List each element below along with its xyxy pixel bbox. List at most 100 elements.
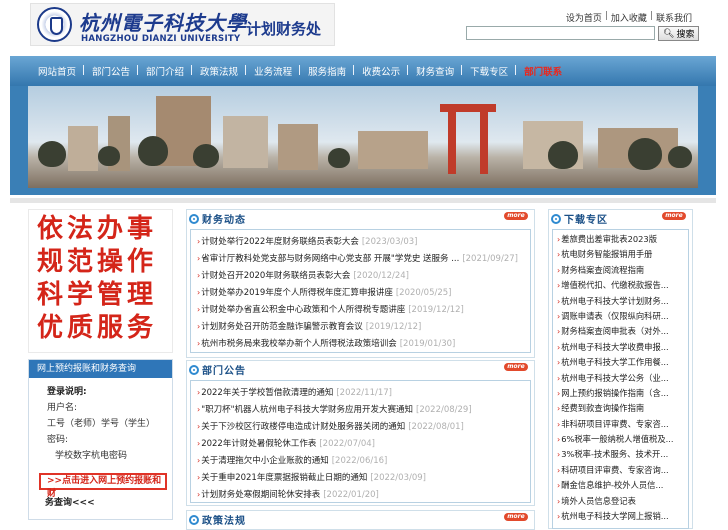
department-name: 计划财务处 <box>246 20 322 38</box>
nav-finance-query[interactable]: 财务查询 <box>407 64 462 78</box>
search-input[interactable] <box>466 26 655 40</box>
search-bar: 🔍︎ 搜索 <box>466 26 700 41</box>
nav-service-guide[interactable]: 服务指南 <box>299 64 354 78</box>
section-divider <box>10 198 716 203</box>
announcement-item[interactable]: ›关于重申2021年度票据报销截止日期的通知 [2022/03/09] <box>197 469 524 486</box>
download-item[interactable]: ›6%税率一般纳税人增值税及... <box>557 432 684 447</box>
download-item[interactable]: ›酬金信息维护-校外人员信... <box>557 478 684 493</box>
announcements-more-button[interactable]: more <box>504 363 528 371</box>
motto-line: 优质服务 <box>37 313 158 343</box>
download-title: 调账申请表（仅限纵向科研... <box>561 310 669 321</box>
motto-line: 科学管理 <box>37 280 158 310</box>
download-item[interactable]: ›科研项目评审费、专家咨询... <box>557 463 684 478</box>
download-item[interactable]: ›境外人员信息登记表 <box>557 494 684 509</box>
news-date: [2019/12/12] <box>365 322 422 332</box>
motto-line: 规范操作 <box>37 247 158 277</box>
download-item[interactable]: ›非科研项目评审费、专家咨... <box>557 417 684 432</box>
news-date: [2022/11/17] <box>336 388 392 398</box>
download-item[interactable]: ›增值税代扣、代缴税款报告... <box>557 278 684 293</box>
finance-news-item[interactable]: ›计划财务处召开防范金融诈骗警示教育会议 [2019/12/12] <box>197 318 524 335</box>
contact-us-link[interactable]: 联系我们 <box>656 11 692 24</box>
set-homepage-link[interactable]: 设为首页 <box>566 11 602 24</box>
arrow-bullet-icon: › <box>557 450 561 460</box>
announcement-item[interactable]: ›关于下沙校区行政楼停电造成计财处服务器关闭的通知 [2022/08/01] <box>197 418 524 435</box>
news-date: [2019/12/12] <box>408 305 464 315</box>
downloads-more-button[interactable]: more <box>662 212 686 220</box>
download-title: 6%税率一般纳税人增值税及... <box>561 434 674 445</box>
news-date: [2021/09/27] <box>462 254 518 264</box>
search-button-label: 搜索 <box>676 30 695 40</box>
arrow-bullet-icon: › <box>197 422 201 431</box>
arrow-bullet-icon: › <box>197 322 201 331</box>
download-item[interactable]: ›杭州电子科技大学收费申报... <box>557 340 684 355</box>
downloads-list: ›差旅费出差审批表2023版 ›杭电财务智能报销用手册 ›财务档案查阅流程指南 ›增值… <box>552 229 689 529</box>
site-header: 杭州電子科技大學 HANGZHOU DIANZI UNIVERSITY 计划财务… <box>0 0 728 52</box>
download-item[interactable]: ›差旅费出差审批表2023版 <box>557 232 684 247</box>
announcement-item[interactable]: ›"职刀杯"机器人杭州电子科技大学财务应用开发大赛通知 [2022/08/29] <box>197 401 524 418</box>
download-title: 杭州电子科技大学收费申报... <box>561 341 669 352</box>
download-item[interactable]: ›经费到款查询操作指南 <box>557 401 684 416</box>
finance-news-item[interactable]: ›计财处举办省直公积金中心政策和个人所得税专题讲座 [2019/12/12] <box>197 301 524 318</box>
section-bullet-icon <box>551 213 561 224</box>
news-title: 省审计厅教科处党支部与财务网络中心党支部 开展"学党史 送服务 ... <box>201 254 460 264</box>
site-logo[interactable]: 杭州電子科技大學 HANGZHOU DIANZI UNIVERSITY 计划财务… <box>30 3 335 46</box>
download-item[interactable]: ›杭州电子科技大学工作用餐... <box>557 355 684 370</box>
news-title: 2022年计财处暑假轮休工作表 <box>201 439 317 449</box>
download-item[interactable]: ›杭州电子科技大学网上报销... <box>557 509 684 524</box>
top-links: 设为首页 | 加入收藏 | 联系我们 <box>566 11 692 24</box>
announcement-item[interactable]: ›2022年关于学校暂借款清理的通知 [2022/11/17] <box>197 384 524 401</box>
arrow-bullet-icon: › <box>197 473 201 482</box>
download-item[interactable]: ›杭电财务智能报销用手册 <box>557 247 684 262</box>
download-item[interactable]: ›财务档案查阅申批表（对外... <box>557 324 684 339</box>
university-name-cn: 杭州電子科技大學 <box>79 11 247 35</box>
news-title: 计财处举办省直公积金中心政策和个人所得税专题讲座 <box>201 305 406 315</box>
arrow-bullet-icon: › <box>557 419 561 429</box>
arrow-bullet-icon: › <box>557 388 561 398</box>
nav-contact[interactable]: 部门联系 <box>515 64 570 78</box>
search-icon: 🔍︎ <box>663 28 675 39</box>
download-title: 杭州电子科技大学计划财务... <box>561 295 669 306</box>
finance-news-item[interactable]: ›省审计厅教科处党支部与财务网络中心党支部 开展"学党史 送服务 ... [202… <box>197 250 524 267</box>
download-item[interactable]: ›3%税率-技术服务、技术开... <box>557 447 684 462</box>
download-title: 杭州电子科技大学公务（业... <box>561 372 669 383</box>
login-panel-title: 网上预约报账和财务查询 <box>29 360 172 378</box>
nav-process[interactable]: 业务流程 <box>245 64 300 78</box>
finance-news-title: 财务动态 <box>202 215 246 226</box>
download-title: 财务档案查阅流程指南 <box>561 264 645 275</box>
arrow-bullet-icon: › <box>557 342 561 352</box>
enter-online-booking-button[interactable]: >>点击进入网上预约报账和财 <box>39 473 167 499</box>
nav-policy[interactable]: 政策法规 <box>191 64 246 78</box>
nav-home[interactable]: 网站首页 <box>30 64 84 78</box>
section-bullet-icon <box>189 213 199 224</box>
nav-downloads[interactable]: 下载专区 <box>461 64 516 78</box>
finance-news-item[interactable]: ›计财处举办2019年度个人所得税年度汇算申报讲座 [2020/05/25] <box>197 284 524 301</box>
add-favorite-link[interactable]: 加入收藏 <box>611 11 647 24</box>
download-item[interactable]: ›杭州电子科技大学公务（业... <box>557 371 684 386</box>
finance-news-item[interactable]: ›计财处召开2020年财务联络员表彰大会 [2020/12/24] <box>197 267 524 284</box>
news-date: [2022/08/01] <box>408 422 464 432</box>
announcement-item[interactable]: ›计划财务处寒假期间轮休安排表 [2022/01/20] <box>197 486 524 503</box>
section-bullet-icon <box>189 364 199 375</box>
nav-fees[interactable]: 收费公示 <box>353 64 408 78</box>
arrow-bullet-icon: › <box>557 358 561 368</box>
download-item[interactable]: ›杭州电子科技大学计划财务... <box>557 294 684 309</box>
arrow-bullet-icon: › <box>197 339 201 348</box>
announcement-item[interactable]: ›关于清理拖欠中小企业账款的通知 [2022/06/16] <box>197 452 524 469</box>
finance-news-item[interactable]: ›杭州市税务局来我校举办新个人所得税法政策培训会 [2019/01/30] <box>197 335 524 352</box>
finance-news-box: 财务动态 more ›计财处举行2022年度财务联络员表彰大会 [2023/03/… <box>186 209 535 358</box>
download-item[interactable]: ›网上预约报销操作指南（含... <box>557 386 684 401</box>
download-item[interactable]: ›财务档案查阅流程指南 <box>557 263 684 278</box>
nav-announcements[interactable]: 部门公告 <box>83 64 138 78</box>
online-booking-panel: 网上预约报账和财务查询 登录说明: 用户名: 工号（老师）学号（学生） 密码: … <box>28 359 173 520</box>
download-item[interactable]: ›调账申请表（仅限纵向科研... <box>557 309 684 324</box>
finance-news-item[interactable]: ›计财处举行2022年度财务联络员表彰大会 [2023/03/03] <box>197 233 524 250</box>
nav-about[interactable]: 部门介绍 <box>137 64 192 78</box>
news-title: 杭州市税务局来我校举办新个人所得税法政策培训会 <box>201 339 397 349</box>
finance-news-more-button[interactable]: more <box>504 212 528 220</box>
announcement-item[interactable]: ›2022年计财处暑假轮休工作表 [2022/07/04] <box>197 435 524 452</box>
search-button[interactable]: 🔍︎ 搜索 <box>658 26 700 41</box>
news-title: 计财处召开2020年财务联络员表彰大会 <box>201 271 351 281</box>
arrow-bullet-icon: › <box>197 237 201 246</box>
arrow-bullet-icon: › <box>197 271 201 280</box>
password-hint: 学校数字杭电密码 <box>55 451 128 461</box>
